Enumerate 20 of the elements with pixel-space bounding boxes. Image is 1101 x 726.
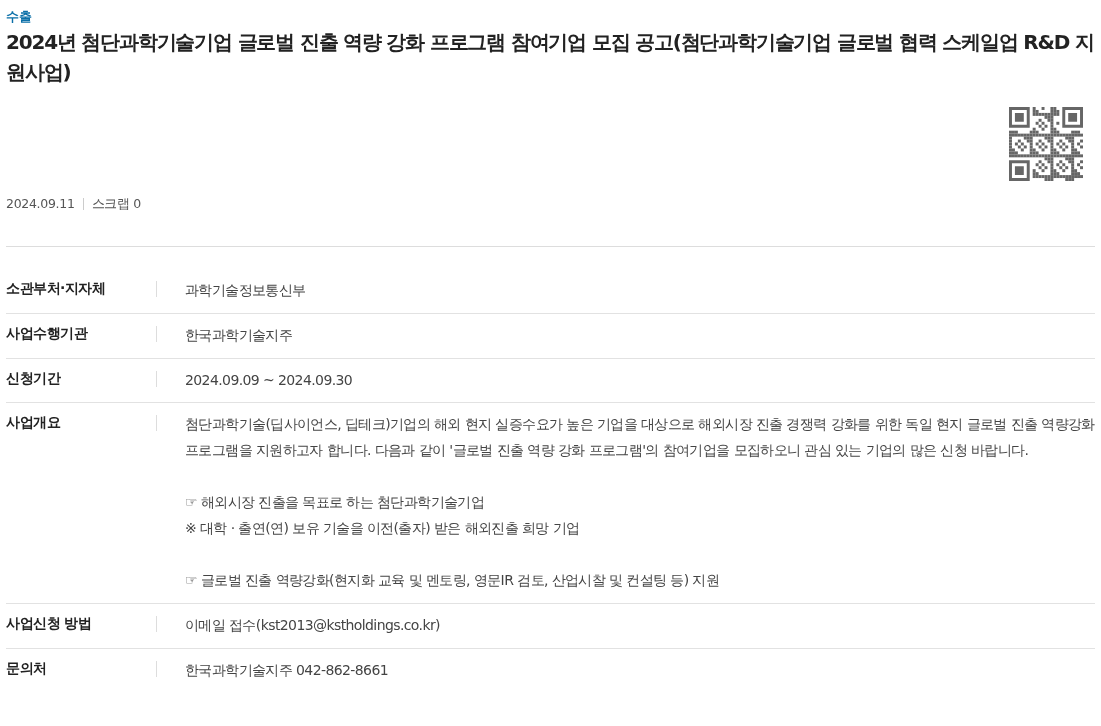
field-value: 이메일 접수(kst2013@kstholdings.co.kr) [185,615,441,635]
field-value: 한국과학기술지주 [185,325,294,345]
page-title: 2024년 첨단과학기술기업 글로벌 진출 역량 강화 프로그램 참여기업 모집 공고(첨단과학기술기업 글로벌 협력 스케일업 R&D 지원사업) [6,29,1095,86]
field-value: ※ 대학 · 출연(연) 보유 기술을 이전(출자) 받은 해외진출 희망 기업 [185,519,581,539]
field-value: 한국과학기술지주 042-862-8661 [185,660,390,680]
field-value: 2024.09.09 ~ 2024.09.30 [185,370,354,390]
field-value: ☞ 글로벌 진출 역량강화(현지화 교육 및 멘토링, 영문IR 검토, 산업시찰 및 컨설팅 등) 지원 [185,571,721,590]
category-label: 수출 [6,8,32,26]
scrap-count: 스크랩 0 [91,195,141,213]
field-value: 첨단과학기술(딥사이언스, 딥테크)기업의 해외 현지 실증수요가 높은 기업을 대상으로 해외시장 진출 경쟁력 강화를 위한 독일 현지 글로벌 진출 역량강화 프로그램을 지원하고자 합니다. 다음과 같이 '글로벌 진출 역량 강화 프로그램'의 참여기업을 모집하오니 관심 있는 기업의 많은 신청 바랍니다. [185,415,1095,461]
field-label: 사업신청 방법 [6,613,93,633]
field-value: ☞ 해외시장 진출을 목표로 하는 첨단과학기술기업 [185,493,486,513]
field-label: 사업수행기관 [6,323,89,343]
field-label: 소관부처·지자체 [6,278,107,298]
field-value: 과학기술정보통신부 [185,280,307,300]
field-label: 사업개요 [6,413,62,433]
field-label: 문의처 [6,658,48,678]
qr-code-icon [1009,107,1083,181]
field-label: 신청기간 [6,368,62,388]
post-date: 2024.09.11 [6,195,75,213]
